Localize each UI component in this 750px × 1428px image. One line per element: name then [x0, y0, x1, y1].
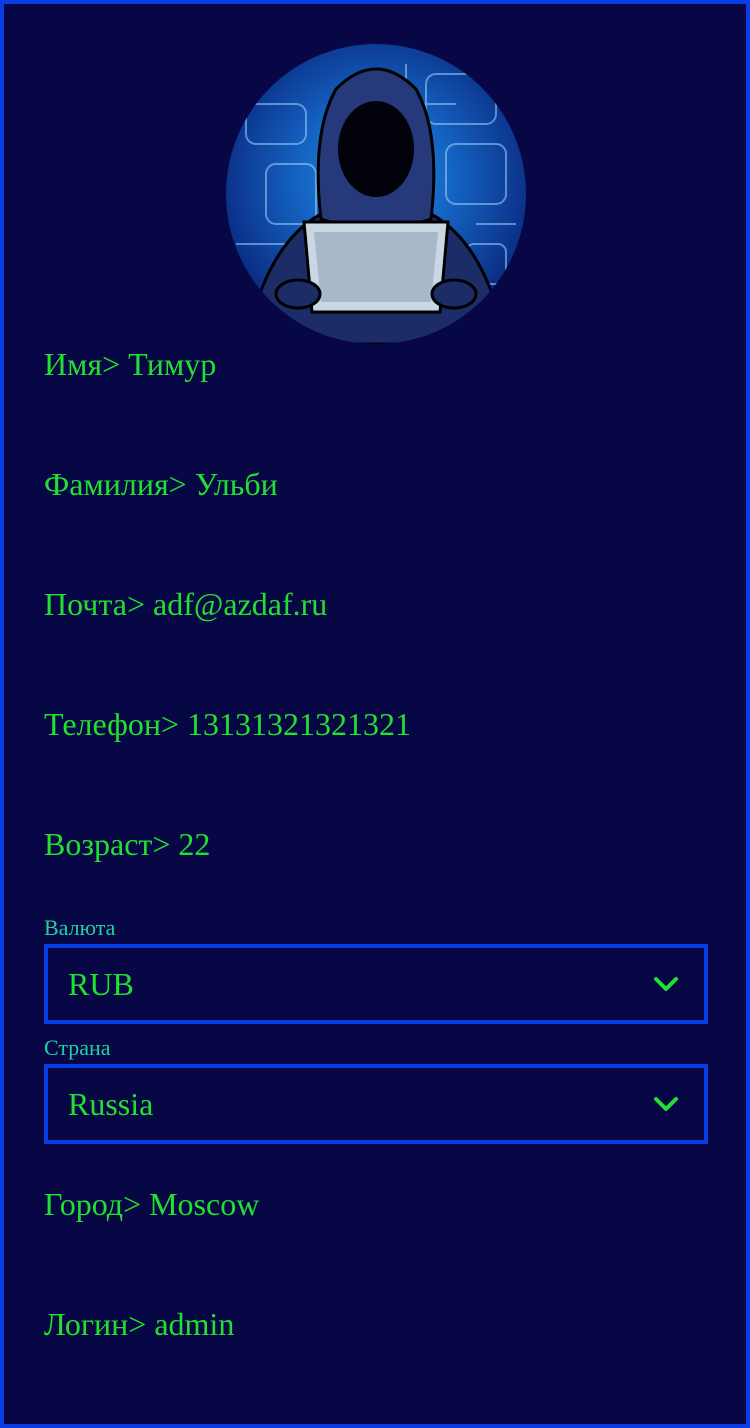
currency-value: RUB	[68, 966, 134, 1002]
age-label: Возраст> 22	[44, 826, 211, 862]
city-label: Город> Moscow	[44, 1186, 260, 1222]
profile-card: Имя> Тимур Фамилия> Ульби Почта> adf@azd…	[0, 0, 750, 1428]
chevron-down-icon	[654, 977, 678, 991]
surname-label: Фамилия> Ульби	[44, 466, 278, 502]
login-label: Логин> admin	[44, 1306, 235, 1342]
currency-select[interactable]: RUB	[44, 944, 708, 1024]
name-label: Имя> Тимур	[44, 346, 217, 382]
email-label: Почта> adf@azdaf.ru	[44, 586, 328, 622]
avatar	[226, 44, 526, 344]
currency-label: Валюта	[44, 915, 116, 940]
country-value: Russia	[68, 1086, 154, 1122]
chevron-down-icon	[654, 1097, 678, 1111]
country-select[interactable]: Russia	[44, 1064, 708, 1144]
hacker-avatar-icon	[236, 64, 516, 344]
country-label: Страна	[44, 1035, 111, 1060]
phone-label: Телефон> 13131321321321	[44, 706, 411, 742]
